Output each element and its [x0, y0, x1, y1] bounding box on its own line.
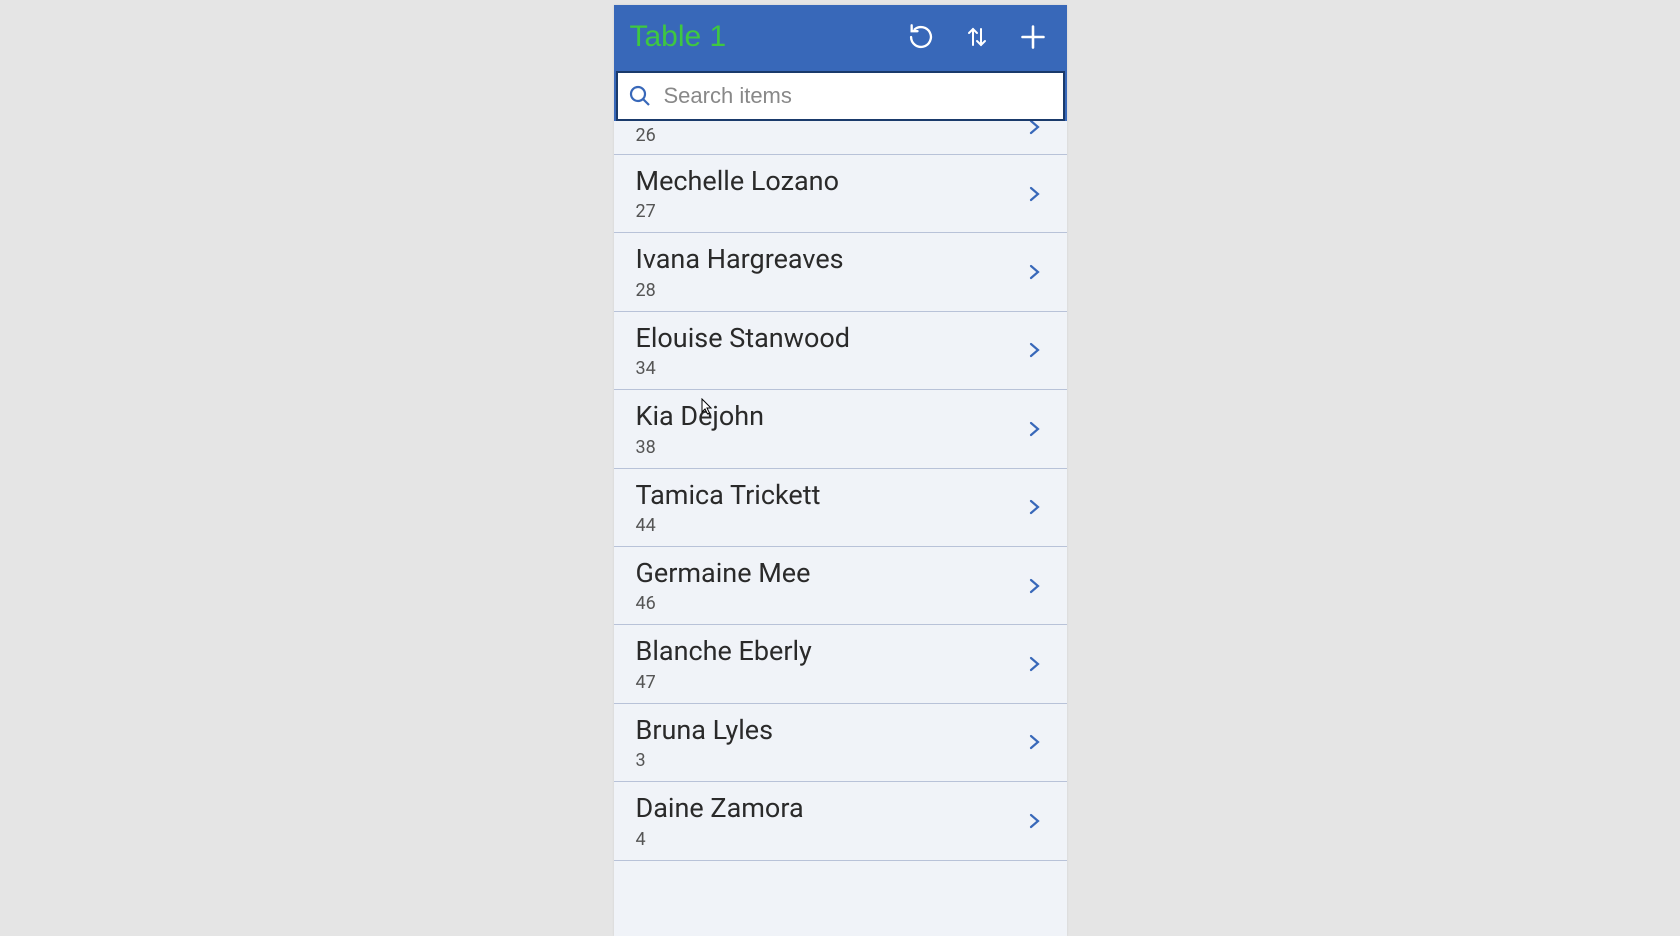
- chevron-right-icon: [1025, 574, 1045, 598]
- chevron-right-icon: [1025, 182, 1045, 206]
- list-item-name: Daine Zamora: [636, 792, 1025, 824]
- header-actions: [907, 23, 1055, 51]
- list-item-text: Germaine Mee 46: [636, 557, 1025, 614]
- list-item-sub: 46: [636, 593, 1025, 614]
- search-icon: [626, 82, 654, 110]
- list-item-sub: 38: [636, 437, 1025, 458]
- sort-icon[interactable]: [963, 23, 991, 51]
- list-item-text: Elouise Stanwood 34: [636, 322, 1025, 379]
- header-bar: Table 1: [614, 5, 1067, 69]
- list-item-name: Elouise Stanwood: [636, 322, 1025, 354]
- chevron-right-icon: [1025, 417, 1045, 441]
- item-list[interactable]: 26 Mechelle Lozano 27 Ivana Hargreaves 2…: [614, 121, 1067, 936]
- list-item-partial[interactable]: 26: [614, 121, 1067, 155]
- list-item-text: Blanche Eberly 47: [636, 635, 1025, 692]
- list-item[interactable]: Kia Dejohn 38: [614, 390, 1067, 468]
- chevron-right-icon: [1025, 121, 1045, 139]
- list-item-name: Germaine Mee: [636, 557, 1025, 589]
- list-item-sub: 27: [636, 201, 1025, 222]
- list-item-text: Bruna Lyles 3: [636, 714, 1025, 771]
- refresh-icon[interactable]: [907, 23, 935, 51]
- list-item-name: Bruna Lyles: [636, 714, 1025, 746]
- list-item[interactable]: Tamica Trickett 44: [614, 469, 1067, 547]
- app-frame: Table 1: [614, 5, 1067, 936]
- chevron-right-icon: [1025, 260, 1045, 284]
- list-item[interactable]: Bruna Lyles 3: [614, 704, 1067, 782]
- add-icon[interactable]: [1019, 23, 1047, 51]
- list-item-text: Daine Zamora 4: [636, 792, 1025, 849]
- search-wrap: [614, 69, 1067, 121]
- list-item[interactable]: Mechelle Lozano 27: [614, 155, 1067, 233]
- list-item-sub: 28: [636, 280, 1025, 301]
- chevron-right-icon: [1025, 730, 1045, 754]
- list-item[interactable]: Germaine Mee 46: [614, 547, 1067, 625]
- list-item-text: Tamica Trickett 44: [636, 479, 1025, 536]
- list-item-sub: 34: [636, 358, 1025, 379]
- page-title: Table 1: [626, 20, 907, 54]
- list-item-sub: 26: [636, 125, 1045, 146]
- list-item-sub: 44: [636, 515, 1025, 536]
- chevron-right-icon: [1025, 495, 1045, 519]
- list-item[interactable]: Ivana Hargreaves 28: [614, 233, 1067, 311]
- list-item[interactable]: Daine Zamora 4: [614, 782, 1067, 860]
- list-item-text: Mechelle Lozano 27: [636, 165, 1025, 222]
- list-item-sub: 47: [636, 672, 1025, 693]
- list-item-name: Tamica Trickett: [636, 479, 1025, 511]
- list-item-name: Mechelle Lozano: [636, 165, 1025, 197]
- chevron-right-icon: [1025, 809, 1045, 833]
- list-item-sub: 4: [636, 829, 1025, 850]
- list-item-name: Blanche Eberly: [636, 635, 1025, 667]
- list-item-text: Kia Dejohn 38: [636, 400, 1025, 457]
- list-item-sub: 3: [636, 750, 1025, 771]
- list-item-name: Ivana Hargreaves: [636, 243, 1025, 275]
- list-item[interactable]: Blanche Eberly 47: [614, 625, 1067, 703]
- chevron-right-icon: [1025, 338, 1045, 362]
- chevron-right-icon: [1025, 652, 1045, 676]
- list-item-name: Kia Dejohn: [636, 400, 1025, 432]
- search-input[interactable]: [654, 83, 1055, 109]
- list-item-text: Ivana Hargreaves 28: [636, 243, 1025, 300]
- search-container[interactable]: [616, 71, 1065, 121]
- list-item[interactable]: Elouise Stanwood 34: [614, 312, 1067, 390]
